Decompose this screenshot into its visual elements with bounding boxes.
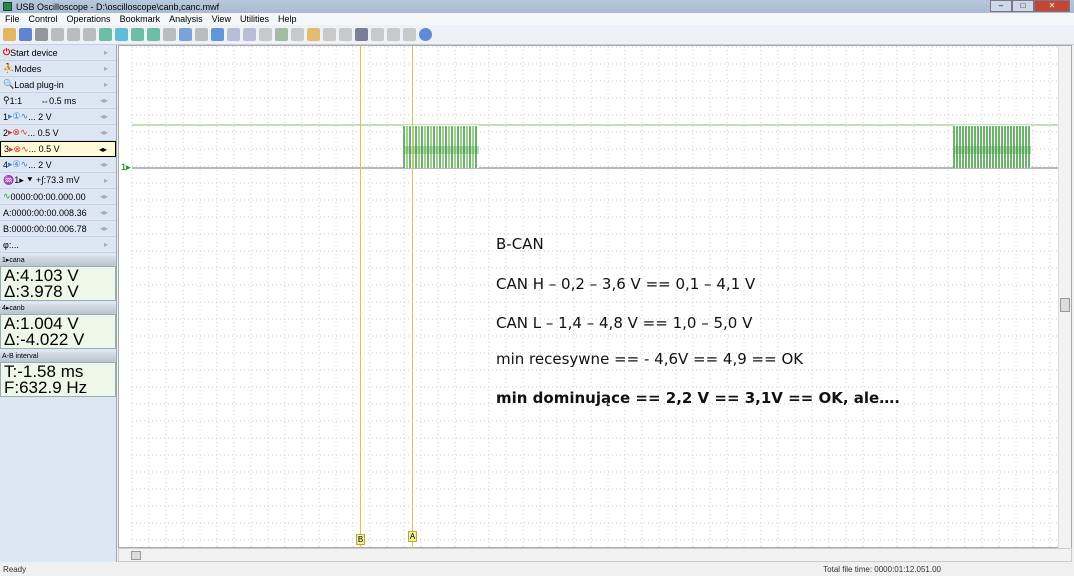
protocol-icon[interactable] [355, 28, 368, 41]
stop-icon[interactable] [371, 28, 384, 41]
menu-help[interactable]: Help [278, 14, 297, 24]
cursor-a-row[interactable]: A:0000:00:00.008.36 ◂▸ [0, 205, 116, 221]
bus-icon[interactable] [323, 28, 336, 41]
open-icon[interactable] [3, 28, 16, 41]
title-bar: USB Oscilloscope - D:\oscilloscope\canb,… [0, 0, 1074, 13]
trigger-icon[interactable] [99, 28, 112, 41]
note-dominant: min dominujące == 2,2 V == 3,1V == OK, a… [496, 389, 900, 407]
trigger-time-icon: ∿ [3, 191, 11, 201]
horizontal-scrollbar[interactable] [118, 548, 1072, 562]
trigger-time-row[interactable]: ∿ 0000:00:00.000.00 ◂▸ [0, 189, 116, 205]
prev-icon[interactable] [243, 28, 256, 41]
modes-icon: ⛹ [3, 63, 15, 73]
app-icon [3, 2, 12, 11]
total-file-time: Total file time: 0000:01:12.051.00 [823, 565, 941, 574]
filter-icon[interactable] [147, 28, 160, 41]
probe-icon[interactable] [115, 28, 128, 41]
channel-off-icon: ▸⊗∿ [8, 127, 28, 137]
measure-box-cana: A:4.103 V Δ:3.978 V [0, 266, 116, 301]
export-data-icon[interactable] [291, 28, 304, 41]
measure-box-canb: A:1.004 V Δ:-4.022 V [0, 314, 116, 349]
bus2-icon[interactable] [339, 28, 352, 41]
menu-analysis[interactable]: Analysis [169, 14, 203, 24]
channel-1-row[interactable]: 1 ▸①∿... 2 V ◂▸ [0, 109, 116, 125]
load-plugin-button[interactable]: 🔍 Load plug-in ▸ [0, 77, 116, 93]
measure-icon[interactable] [275, 28, 288, 41]
menu-bar: File Control Operations Bookmark Analysi… [0, 13, 1074, 25]
timebase-icon: ⇔ [40, 95, 50, 106]
status-text: Ready [3, 565, 27, 574]
next-icon[interactable] [227, 28, 240, 41]
phase-row[interactable]: φ:... ▸ [0, 237, 116, 253]
note-can-l: CAN L – 1,4 – 4,8 V == 1,0 – 5,0 V [496, 314, 753, 332]
note-recessive: min recesywne == - 4,6V == 4,9 == OK [496, 350, 804, 368]
channel-3-row[interactable]: 3 ▸⊗∿... 0.5 V ◂▸ [0, 141, 116, 157]
measure-box-interval: T:-1.58 ms F:632.9 Hz [0, 362, 116, 397]
save-icon[interactable] [19, 28, 32, 41]
horizontal-scroll-thumb[interactable] [131, 551, 141, 560]
burst-band [404, 146, 479, 154]
channel-off-icon: ▸⊗∿ [9, 143, 29, 154]
waveform-plot[interactable]: 1▸ B A B-CAN CAN H – 0,2 – 3,6 V == 0,1 … [118, 45, 1072, 549]
measure-header-canb: 4▸canb [0, 304, 116, 314]
menu-bookmark[interactable]: Bookmark [120, 14, 161, 24]
trigger-row[interactable]: ♒ 1▸ ⯆ +∫:73.3 mV ▸ [0, 173, 116, 189]
channel-icon: ▸①∿ [8, 111, 29, 121]
display-icon[interactable] [179, 28, 192, 41]
burst-band [954, 146, 1031, 154]
math-icon[interactable] [131, 28, 144, 41]
paste-icon[interactable] [67, 28, 80, 41]
cursor-b-label[interactable]: B [356, 534, 365, 545]
channel-icon: ▸④∿ [8, 159, 29, 169]
help-icon[interactable] [419, 28, 432, 41]
check-icon[interactable] [211, 28, 224, 41]
close-button[interactable]: ✕ [1034, 0, 1070, 12]
channel-2-row[interactable]: 2 ▸⊗∿... 0.5 V ◂▸ [0, 125, 116, 141]
control-panel: ⏻ Start device ▸ ⛹ Modes ▸ 🔍 Load plug-in ▸ ⚲ 1… [0, 45, 117, 562]
power-icon: ⏻ [3, 47, 11, 57]
decoder-icon[interactable] [307, 28, 320, 41]
vertical-scroll-thumb[interactable] [1060, 298, 1070, 312]
modes-button[interactable]: ⛹ Modes ▸ [0, 61, 116, 77]
menu-operations[interactable]: Operations [67, 14, 111, 24]
menu-control[interactable]: Control [29, 14, 58, 24]
maximize-button[interactable]: □ [1012, 0, 1034, 12]
cursor-b-line[interactable] [360, 46, 361, 549]
measure-header-cana: 1▸cana [0, 256, 116, 266]
cursor-b-row[interactable]: B:0000:00:00.006.78 ◂▸ [0, 221, 116, 237]
clear-icon[interactable] [403, 28, 416, 41]
note-title: B-CAN [496, 235, 544, 253]
plugin-icon: 🔍 [3, 79, 15, 89]
export-icon[interactable] [83, 28, 96, 41]
window-title: USB Oscilloscope - D:\oscilloscope\canb,… [16, 1, 220, 12]
menu-file[interactable]: File [5, 14, 20, 24]
waveform-canvas [131, 46, 1059, 549]
start-device-button[interactable]: ⏻ Start device ▸ [0, 45, 116, 61]
cursor-a-line[interactable] [412, 46, 413, 549]
cursor-a-label[interactable]: A [408, 531, 417, 542]
undo-icon[interactable] [163, 28, 176, 41]
toolbar [0, 25, 1074, 45]
channel-1-marker[interactable]: 1▸ [121, 162, 131, 173]
menu-view[interactable]: View [212, 14, 231, 24]
status-bar: Ready Total file time: 0000:01:12.051.00 [0, 563, 1074, 576]
trigger-icon: ♒ [3, 175, 15, 185]
minimize-button[interactable]: – [990, 0, 1012, 12]
zoom-timebase-row[interactable]: ⚲ 1:1 ⇔ 0.5 ms ◂▸ [0, 93, 116, 109]
pause-icon[interactable] [387, 28, 400, 41]
print-icon[interactable] [35, 28, 48, 41]
bookmark-icon[interactable] [195, 28, 208, 41]
page-icon[interactable] [259, 28, 272, 41]
note-can-h: CAN H – 0,2 – 3,6 V == 0,1 – 4,1 V [496, 275, 756, 293]
menu-utilities[interactable]: Utilities [240, 14, 269, 24]
zoom-icon: ⚲ [3, 95, 10, 105]
channel-4-row[interactable]: 4 ▸④∿... 2 V ◂▸ [0, 157, 116, 173]
copy-icon[interactable] [51, 28, 64, 41]
vertical-scrollbar[interactable] [1058, 46, 1071, 549]
measure-header-interval: A-B interval [0, 352, 116, 362]
